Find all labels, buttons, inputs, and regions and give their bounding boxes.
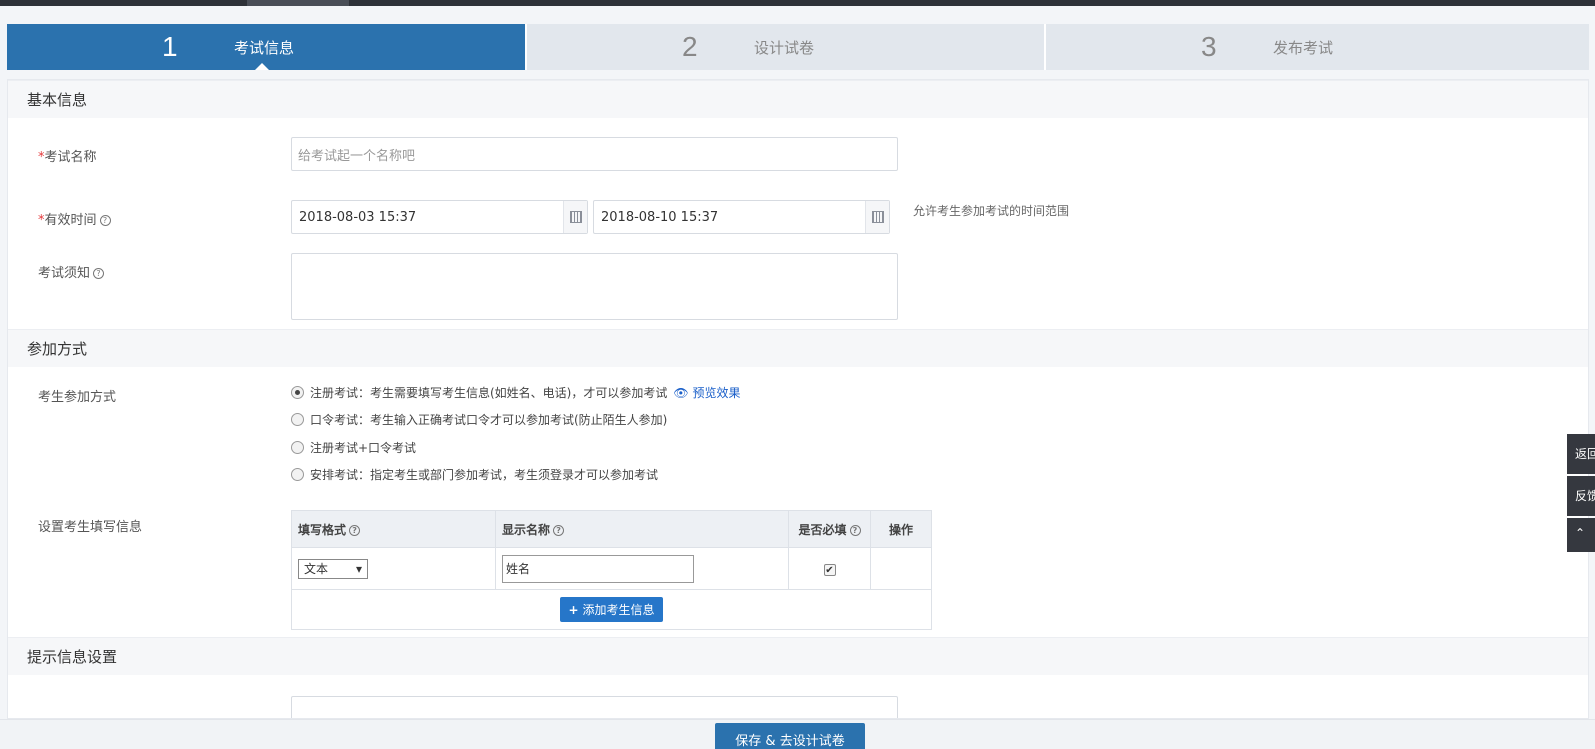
section-tips-settings: 提示信息设置	[8, 637, 1588, 675]
help-icon[interactable]: ?	[849, 524, 861, 536]
step-label: 考试信息	[234, 38, 295, 57]
calendar-button[interactable]	[865, 201, 889, 233]
set-info-label: 设置考生填写信息	[38, 520, 143, 535]
form-panel: 基本信息 *考试名称 给考试起一个名称吧 *有效时间? 2018-08-03 1…	[7, 79, 1589, 719]
table-row: 文本 ▾ 姓名 ✔	[291, 547, 932, 590]
calendar-button[interactable]	[563, 201, 587, 233]
add-candidate-info-button[interactable]: + 添加考生信息	[560, 597, 663, 622]
section-join-mode: 参加方式	[8, 329, 1588, 367]
info-table: 填写格式? 显示名称? 是否必填? 操作 文本 ▾ 姓名 ✔ + 添加考生信息	[291, 510, 932, 630]
back-button[interactable]: 返回	[1567, 434, 1595, 474]
exam-name-label: *考试名称	[38, 150, 97, 165]
radio-button[interactable]	[291, 413, 304, 426]
col-ops: 操作	[870, 510, 932, 548]
step-label: 设计试卷	[754, 38, 815, 57]
step-exam-info[interactable]: 1 考试信息	[7, 24, 525, 70]
join-option-register-password[interactable]: 注册考试+口令考试	[291, 439, 416, 456]
help-icon[interactable]: ?	[349, 524, 361, 536]
exam-notice-textarea[interactable]	[291, 253, 898, 320]
step-design-paper[interactable]: 2 设计试卷	[525, 24, 1044, 70]
calendar-icon	[570, 211, 582, 223]
start-time-input[interactable]: 2018-08-03 15:37	[291, 200, 588, 234]
exam-name-input[interactable]: 给考试起一个名称吧	[291, 137, 898, 171]
tips-input[interactable]	[291, 696, 898, 718]
help-icon[interactable]: ?	[553, 524, 565, 536]
exam-notice-label: 考试须知?	[38, 262, 105, 281]
back-to-top-button[interactable]: ⌃	[1567, 518, 1595, 552]
chevron-up-icon: ⌃	[1575, 526, 1586, 540]
join-option-register[interactable]: 注册考试：考生需要填写考生信息(如姓名、电话)，才可以参加考试 👁 预览效果	[291, 384, 740, 401]
step-number: 2	[682, 31, 698, 62]
help-icon[interactable]: ?	[99, 215, 111, 226]
time-hint: 允许考生参加考试的时间范围	[913, 204, 1070, 218]
step-bar: 1 考试信息 2 设计试卷 3 发布考试	[7, 24, 1589, 70]
required-checkbox[interactable]: ✔	[823, 563, 836, 576]
col-format: 填写格式?	[291, 510, 496, 548]
col-display-name: 显示名称?	[495, 510, 789, 548]
help-icon[interactable]: ?	[93, 268, 105, 279]
top-nav-active-segment[interactable]	[247, 0, 349, 6]
top-nav-bar	[0, 0, 1595, 6]
valid-time-label: *有效时间?	[38, 209, 111, 228]
step-caret	[255, 63, 269, 70]
calendar-icon	[872, 211, 884, 223]
step-number: 1	[162, 31, 178, 62]
step-publish-exam[interactable]: 3 发布考试	[1044, 24, 1589, 70]
join-option-arranged[interactable]: 安排考试：指定考生或部门参加考试，考生须登录才可以参加考试	[291, 466, 658, 483]
end-time-input[interactable]: 2018-08-10 15:37	[593, 200, 890, 234]
plus-icon: +	[568, 602, 579, 617]
radio-button[interactable]	[291, 441, 304, 454]
col-required: 是否必填?	[788, 510, 871, 548]
section-basic-info: 基本信息	[8, 80, 1588, 118]
feedback-button[interactable]: 反馈	[1567, 476, 1595, 516]
dropdown-arrow-icon: ▾	[355, 561, 362, 576]
format-select[interactable]: 文本 ▾	[298, 558, 368, 579]
step-label: 发布考试	[1273, 38, 1334, 57]
display-name-input[interactable]: 姓名	[502, 554, 694, 583]
save-and-design-button[interactable]: 保存 & 去设计试卷	[715, 723, 865, 749]
join-option-password[interactable]: 口令考试：考生输入正确考试口令才可以参加考试(防止陌生人参加)	[291, 411, 667, 428]
join-mode-label: 考生参加方式	[38, 390, 117, 405]
step-number: 3	[1201, 31, 1217, 62]
preview-link[interactable]: 👁 预览效果	[673, 384, 740, 401]
radio-button[interactable]	[291, 468, 304, 481]
radio-button[interactable]	[291, 386, 304, 399]
